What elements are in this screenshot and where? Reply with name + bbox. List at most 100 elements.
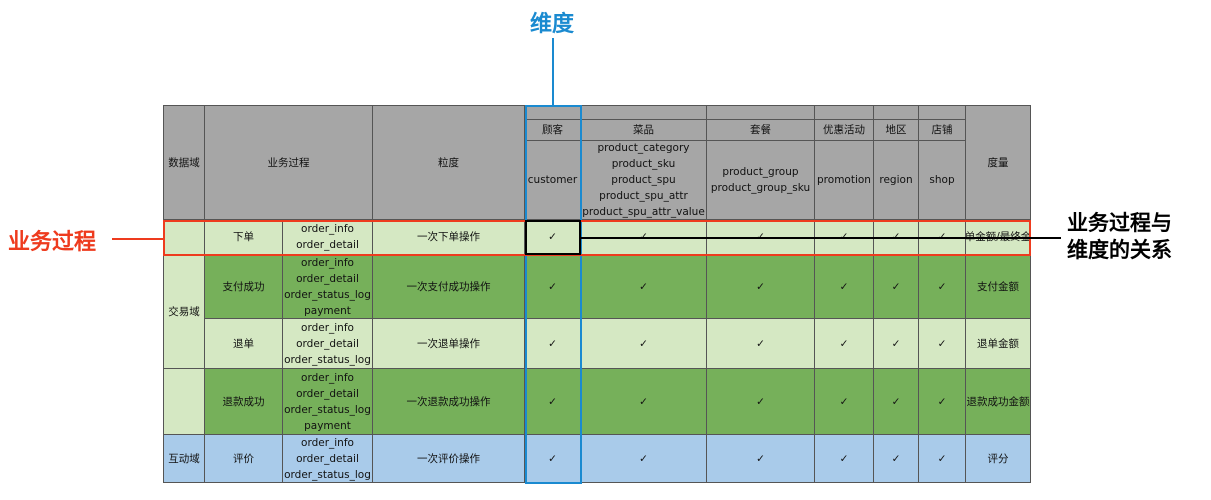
check-cell: ✓	[919, 319, 966, 369]
check-cell: ✓	[707, 319, 815, 369]
measure-cell-line: 评分	[987, 452, 1009, 465]
check-cell-line: ✓	[891, 280, 901, 293]
check-cell-line: ✓	[639, 337, 648, 350]
process-annotation: 业务过程	[8, 230, 97, 255]
process-name-cell-line: 评价	[233, 452, 254, 465]
dimension-highlight-box	[525, 105, 582, 484]
check-cell: ✓	[874, 369, 919, 435]
source-tables-cell-line: order_status_log	[284, 403, 371, 416]
header-domain: 数据域	[163, 105, 205, 220]
header-grain-line: 粒度	[438, 156, 459, 169]
check-cell-line: ✓	[839, 395, 849, 408]
grain-cell-line: 一次评价操作	[417, 452, 480, 465]
header-dimension-attrs-line: product_category	[597, 142, 690, 154]
grain-cell: 一次退款成功操作	[373, 369, 525, 435]
business-matrix-table: 数据域 业务过程 粒度 度量 顾客 customer 菜品 product_category p…	[163, 105, 1031, 483]
check-cell-line: ✓	[937, 395, 947, 408]
check-cell: ✓	[581, 435, 707, 483]
grain-cell-line: 一次支付成功操作	[406, 280, 491, 293]
check-cell: ✓	[815, 435, 874, 483]
check-cell: ✓	[815, 369, 874, 435]
header-dimension-attrs-line: region	[879, 174, 913, 186]
check-cell: ✓	[581, 255, 707, 319]
header-dimension-attrs: shop	[919, 141, 966, 220]
dimension-connector	[552, 38, 554, 106]
check-cell: ✓	[707, 255, 815, 319]
header-dimension-group: 菜品	[581, 120, 707, 141]
header-process-line: 业务过程	[267, 156, 310, 169]
check-cell: ✓	[874, 255, 919, 319]
source-tables-cell-line: payment	[304, 304, 351, 317]
source-tables-cell-line: order_detail	[296, 387, 359, 400]
process-name-cell-line: 退单	[233, 337, 254, 350]
source-tables-cell-line: order_detail	[296, 272, 359, 285]
relation-label-line2: 维度的关系	[1067, 238, 1172, 262]
check-cell: ✓	[581, 319, 707, 369]
measure-cell-line: 支付金额	[977, 280, 1019, 293]
header-dimension-top	[874, 105, 919, 120]
domain-cell: 交易域	[163, 255, 205, 369]
check-cell-line: ✓	[891, 452, 901, 465]
process-name-cell: 退款成功	[205, 369, 283, 435]
header-dimension-attrs-line: promotion	[817, 174, 871, 186]
header-dimension-attrs: promotion	[815, 141, 874, 220]
check-cell-line: ✓	[756, 395, 765, 408]
check-cell-line: ✓	[937, 337, 947, 350]
header-dimension-attrs-line: product_sku	[611, 158, 676, 170]
source-tables-cell-line: order_info	[301, 321, 354, 334]
check-cell-line: ✓	[639, 452, 648, 465]
header-dimension-top	[919, 105, 966, 120]
relation-connector	[581, 237, 1061, 239]
process-name-cell-line: 退款成功	[222, 395, 265, 408]
source-tables-cell-line: order_info	[301, 371, 354, 384]
check-cell-line: ✓	[839, 452, 849, 465]
check-cell-line: ✓	[756, 280, 765, 293]
header-dimension-attrs-line: product_spu_attr_value	[582, 206, 705, 218]
check-cell: ✓	[919, 255, 966, 319]
header-dimension-attrs: product_category product_sku product_spupr…	[581, 141, 707, 220]
process-name-cell: 评价	[205, 435, 283, 483]
source-tables-cell: order_info order_detail order_status_log pa…	[283, 255, 373, 319]
source-tables-cell-line: order_info	[301, 256, 354, 269]
header-measure-line: 度量	[987, 156, 1009, 169]
header-dimension-attrs-line: product_spu	[611, 174, 676, 186]
source-tables-cell-line: order_detail	[296, 337, 359, 350]
dimension-annotation: 维度	[530, 12, 575, 37]
source-tables-cell-line: order_status_log	[284, 468, 371, 481]
check-cell: ✓	[707, 369, 815, 435]
header-dimension-group-line: 套餐	[750, 124, 771, 136]
header-dimension-group: 优惠活动	[815, 120, 874, 141]
measure-cell: 退款成功金额	[966, 369, 1031, 435]
check-cell: ✓	[707, 435, 815, 483]
header-dimension-group: 店铺	[919, 120, 966, 141]
check-cell: ✓	[581, 369, 707, 435]
check-cell-line: ✓	[639, 280, 648, 293]
header-dimension-attrs-line: product_group	[722, 166, 799, 178]
domain-cell-line: 交易域	[168, 305, 200, 318]
header-dimension-group-line: 菜品	[633, 124, 654, 136]
grain-cell: 一次支付成功操作	[373, 255, 525, 319]
domain-cell: 互动域	[163, 435, 205, 483]
header-process: 业务过程	[205, 105, 373, 220]
check-cell-line: ✓	[756, 337, 765, 350]
header-dimension-group-line: 优惠活动	[823, 124, 865, 136]
header-domain-line: 数据域	[168, 156, 200, 169]
header-dimension-attrs-line: shop	[929, 174, 955, 186]
check-cell: ✓	[919, 369, 966, 435]
source-tables-cell: order_info order_detail order_status_logpa…	[283, 369, 373, 435]
source-tables-cell-line: payment	[304, 419, 351, 432]
source-tables-cell-line: order_info	[301, 436, 354, 449]
measure-cell: 评分	[966, 435, 1031, 483]
check-cell: ✓	[874, 435, 919, 483]
measure-cell: 退单金额	[966, 319, 1031, 369]
source-tables-cell-line: order_detail	[296, 452, 359, 465]
grain-cell-line: 一次退款成功操作	[406, 395, 491, 408]
process-connector	[112, 238, 164, 240]
source-tables-cell-line: order_status_log	[284, 353, 371, 366]
check-cell: ✓	[874, 319, 919, 369]
header-dimension-attrs-line: product_group_sku	[710, 182, 811, 194]
header-dimension-group-line: 地区	[885, 124, 907, 136]
relation-label-line1: 业务过程与	[1067, 211, 1172, 235]
header-dimension-group: 套餐	[707, 120, 815, 141]
check-cell: ✓	[815, 319, 874, 369]
